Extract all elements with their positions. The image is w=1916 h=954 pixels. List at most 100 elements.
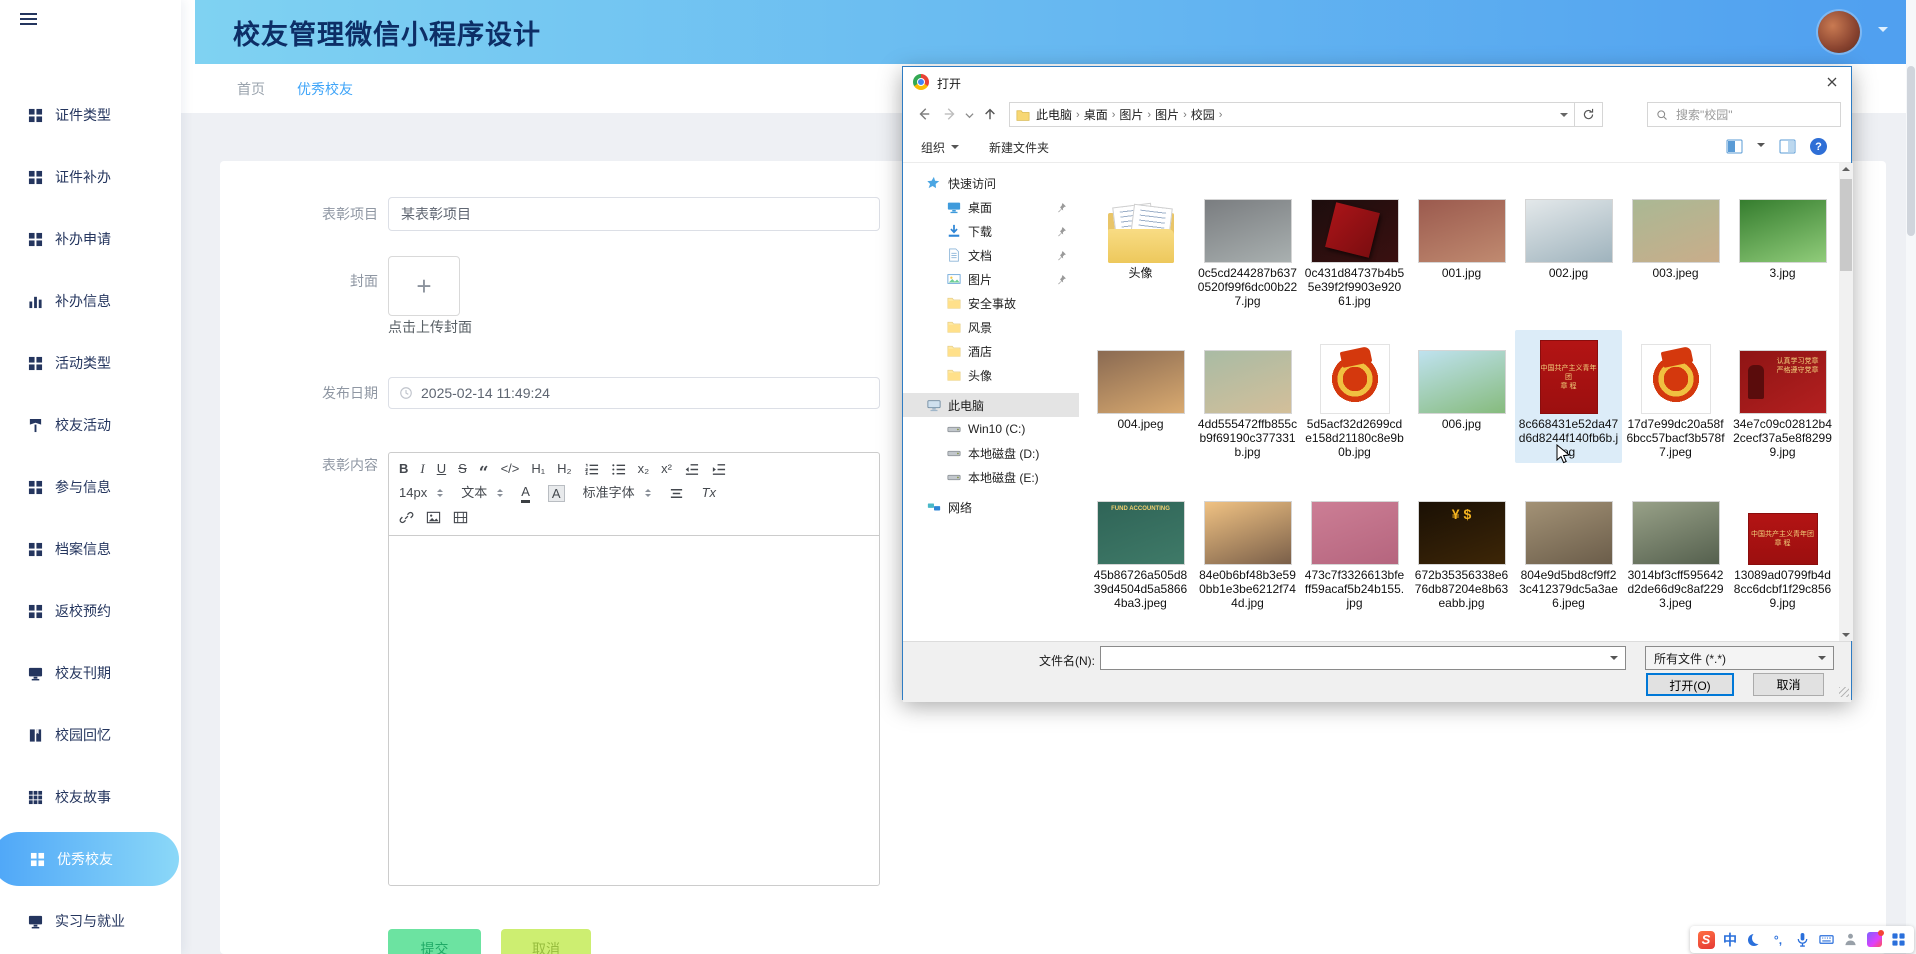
dialog-nav-item-Win10 (C:)[interactable]: Win10 (C:)	[903, 417, 1079, 441]
scroll-down-icon[interactable]	[1842, 633, 1850, 637]
resize-grip[interactable]	[1839, 687, 1849, 697]
dialog-nav-item-安全事故[interactable]: 安全事故	[903, 291, 1079, 315]
font-size-button[interactable]: 14px	[399, 482, 444, 504]
moon-icon[interactable]	[1746, 931, 1763, 948]
sidebar-item-补办申请[interactable]: 补办申请	[0, 208, 181, 270]
scrollbar-thumb[interactable]	[1840, 179, 1852, 271]
chevron-down-icon[interactable]	[1878, 27, 1888, 37]
underline-button[interactable]: U	[437, 458, 446, 480]
filetype-select[interactable]: 所有文件 (*.*)	[1645, 646, 1834, 670]
dialog-nav-item-快速访问[interactable]: 快速访问	[903, 171, 1079, 195]
bullet-list-button[interactable]	[611, 462, 626, 477]
file-item[interactable]: 0c5cd244287b6370520f99f6dc00b227.jpg	[1194, 179, 1301, 312]
file-item[interactable]: 认真学习党章 严格遵守党章 34e7c09c02812b42cecf37a5e8f…	[1729, 330, 1836, 463]
link-button[interactable]	[399, 510, 414, 525]
file-item[interactable]: 0c431d84737b4b55e39f2f9903e92061.jpg	[1301, 179, 1408, 312]
scroll-up-icon[interactable]	[1842, 167, 1850, 171]
help-button[interactable]: ?	[1810, 138, 1827, 155]
ordered-list-button[interactable]	[584, 462, 599, 477]
dialog-nav-item-图片[interactable]: 图片	[903, 267, 1079, 291]
up-icon[interactable]	[983, 107, 997, 121]
menu-toggle-icon[interactable]	[20, 10, 37, 28]
blockquote-button[interactable]: “	[479, 460, 489, 482]
open-button[interactable]: 打开(O)	[1646, 673, 1734, 696]
text-color-button[interactable]: A	[521, 484, 530, 503]
subscript-button[interactable]: x₂	[638, 458, 650, 480]
file-item[interactable]: ¥ $ 672b35356338e676db87204e8b63eabb.jpg	[1408, 481, 1515, 614]
file-item[interactable]: 804e9d5bd8cf9ff23c412379dc5a3ae6.jpeg	[1515, 481, 1622, 614]
sidebar-item-档案信息[interactable]: 档案信息	[0, 518, 181, 580]
change-view-icon[interactable]	[1726, 138, 1743, 155]
sidebar-item-证件补办[interactable]: 证件补办	[0, 146, 181, 208]
cover-upload-button[interactable]: +	[388, 256, 460, 316]
file-item[interactable]: 473c7f3326613bfeff59acaf5b24b155.jpg	[1301, 481, 1408, 614]
file-item[interactable]: 4dd555472ffb855cb9f69190c377331b.jpg	[1194, 330, 1301, 463]
sidebar-item-校友活动[interactable]: 校友活动	[0, 394, 181, 456]
dialog-nav-item-本地磁盘 (D:)[interactable]: 本地磁盘 (D:)	[903, 441, 1079, 465]
address-segment[interactable]: 校园	[1187, 106, 1219, 123]
file-item[interactable]: 中国共产主义青年团 章 程 13089ad0799fb4d8cc6dcbf1f29…	[1729, 481, 1836, 614]
submit-button[interactable]: 提交	[388, 929, 481, 954]
sidebar-item-返校预约[interactable]: 返校预约	[0, 580, 181, 642]
search-input[interactable]	[1674, 106, 1828, 123]
address-bar[interactable]: 此电脑 › 桌面 › 图片 › 图片 › 校园 ›	[1009, 102, 1575, 127]
file-item[interactable]: 17d7e99dc20a58f6bcc57bacf3b578f7.jpeg	[1622, 330, 1729, 463]
sidebar-item-参与信息[interactable]: 参与信息	[0, 456, 181, 518]
header-1-button[interactable]: H₁	[531, 458, 545, 480]
back-icon[interactable]	[917, 107, 931, 121]
dialog-nav-item-头像[interactable]: 头像	[903, 363, 1079, 387]
avatar[interactable]	[1818, 11, 1860, 53]
bold-button[interactable]: B	[399, 458, 408, 480]
sidebar-item-校园回忆[interactable]: 校园回忆	[0, 704, 181, 766]
filename-input[interactable]	[1101, 647, 1625, 669]
punctuation-icon[interactable]: °,	[1770, 931, 1787, 948]
close-icon[interactable]	[1823, 73, 1841, 91]
file-item[interactable]: 3014bf3cff595642d2de66d9c8af2293.jpeg	[1622, 481, 1729, 614]
dialog-nav-item-桌面[interactable]: 桌面	[903, 195, 1079, 219]
video-button[interactable]	[453, 510, 468, 525]
dialog-nav-item-下载[interactable]: 下载	[903, 219, 1079, 243]
sidebar-item-活动类型[interactable]: 活动类型	[0, 332, 181, 394]
sogou-logo-icon[interactable]: S	[1697, 930, 1715, 949]
sidebar-item-补办信息[interactable]: 补办信息	[0, 270, 181, 332]
person-icon[interactable]	[1842, 931, 1859, 948]
address-dropdown-icon[interactable]	[1560, 113, 1568, 121]
recent-locations-icon[interactable]	[965, 111, 974, 120]
chinese-mode-icon[interactable]: 中	[1722, 931, 1739, 948]
file-item[interactable]: FUND ACCOUNTING 45b86726a505d839d4504d5a5…	[1087, 481, 1194, 614]
address-segment[interactable]: 图片	[1115, 106, 1147, 123]
dialog-nav-item-文档[interactable]: 文档	[903, 243, 1079, 267]
page-scrollbar-thumb[interactable]	[1907, 66, 1915, 236]
dialog-nav-item-此电脑[interactable]: 此电脑	[903, 393, 1079, 417]
page-scrollbar[interactable]	[1906, 0, 1916, 954]
new-folder-button[interactable]: 新建文件夹	[989, 139, 1049, 156]
sidebar-item-实习与就业[interactable]: 实习与就业	[0, 890, 181, 952]
code-button[interactable]: </>	[501, 458, 520, 480]
sidebar-item-校友故事[interactable]: 校友故事	[0, 766, 181, 828]
header-2-button[interactable]: H₂	[557, 458, 571, 480]
dialog-nav-item-网络[interactable]: 网络	[903, 495, 1079, 519]
strike-button[interactable]: S	[458, 458, 467, 480]
bg-color-button[interactable]: A	[547, 484, 565, 502]
file-item[interactable]: 001.jpg	[1408, 179, 1515, 312]
toolbox-grid-icon[interactable]	[1890, 931, 1907, 948]
file-item[interactable]: 头像	[1087, 179, 1194, 312]
breadcrumb-item[interactable]: 首页	[237, 79, 265, 99]
file-item[interactable]: 003.jpeg	[1622, 179, 1729, 312]
file-item[interactable]: 004.jpeg	[1087, 330, 1194, 463]
skin-icon[interactable]	[1866, 930, 1884, 948]
file-list-scrollbar[interactable]	[1839, 163, 1853, 641]
dialog-cancel-button[interactable]: 取消	[1753, 673, 1824, 696]
dialog-titlebar[interactable]: 打开	[903, 67, 1851, 97]
dialog-nav-item-本地磁盘 (E:)[interactable]: 本地磁盘 (E:)	[903, 465, 1079, 489]
address-segment[interactable]: 桌面	[1080, 106, 1112, 123]
format-button[interactable]: 文本	[461, 482, 504, 504]
indent-button[interactable]	[711, 462, 726, 477]
organize-menu[interactable]: 组织	[921, 139, 960, 156]
italic-button[interactable]: I	[420, 458, 424, 480]
view-options-icon[interactable]	[1757, 142, 1765, 151]
clear-format-button[interactable]: Tx	[702, 482, 716, 504]
image-button[interactable]	[426, 510, 441, 525]
chevron-down-icon[interactable]	[1610, 656, 1618, 664]
microphone-icon[interactable]	[1794, 931, 1811, 948]
